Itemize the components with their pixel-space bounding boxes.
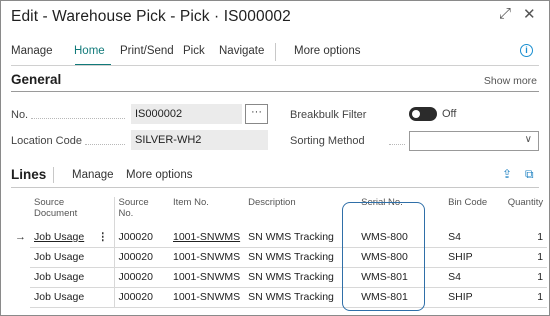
lines-section-title[interactable]: Lines (11, 167, 46, 182)
col-source-document[interactable]: Source Document (30, 197, 114, 227)
cell-item-no[interactable]: 1001-SNWMS (169, 267, 245, 288)
serial-no-highlight (342, 202, 425, 311)
cell-source-document[interactable]: Job Usage (30, 287, 114, 308)
lines-more-options[interactable]: More options (126, 169, 192, 181)
no-label: No. (11, 109, 29, 121)
general-divider (11, 91, 539, 92)
leader-dots (85, 144, 125, 145)
col-bin-code[interactable]: Bin Code (444, 197, 499, 227)
lines-table: Source Document Source No. Item No. Desc… (11, 197, 548, 308)
col-source-no[interactable]: Source No. (113, 197, 169, 227)
cell-source-no[interactable]: J00020 (113, 227, 169, 248)
cell-quantity[interactable]: 1 (499, 267, 548, 288)
cell-item-no[interactable]: 1001-SNWMS (169, 227, 245, 248)
cell-bin-code[interactable]: S4 (444, 267, 500, 288)
edit-window: Edit - Warehouse Pick - Pick · IS000002 … (0, 0, 550, 316)
location-code-label: Location Code (11, 135, 82, 147)
breakbulk-toggle[interactable] (409, 107, 437, 121)
lines-divider (11, 187, 539, 188)
cell-quantity[interactable]: 1 (499, 287, 548, 308)
cell-item-no[interactable]: 1001-SNWMS (169, 247, 245, 268)
cell-description[interactable]: SN WMS Tracking (244, 267, 358, 288)
action-navigate[interactable]: Navigate (219, 45, 264, 57)
cell-bin-code[interactable]: SHIP (444, 287, 500, 308)
cell-description[interactable]: SN WMS Tracking (244, 287, 358, 308)
close-icon[interactable]: ✕ (523, 5, 536, 23)
lines-manage[interactable]: Manage (72, 169, 114, 181)
sorting-method-select[interactable]: ∨ (409, 131, 539, 151)
row-menu-icon[interactable]: ⋮ (92, 227, 114, 248)
breakbulk-state: Off (442, 108, 457, 120)
action-separator (275, 43, 276, 61)
table-row[interactable]: Job Usage J00020 1001-SNWMS SN WMS Track… (11, 287, 548, 308)
no-field[interactable]: IS000002 (131, 104, 242, 124)
cell-item-no[interactable]: 1001-SNWMS (169, 287, 245, 308)
action-bar-divider (11, 65, 539, 66)
cell-source-no[interactable]: J00020 (113, 247, 169, 268)
action-more-options[interactable]: More options (294, 45, 360, 57)
row-indicator-icon: → (11, 227, 30, 247)
action-pick[interactable]: Pick (183, 45, 205, 57)
col-description[interactable]: Description (244, 197, 357, 227)
sorting-method-label: Sorting Method (290, 135, 365, 147)
action-manage[interactable]: Manage (11, 45, 53, 57)
cell-source-document[interactable]: Job Usage (30, 267, 114, 288)
info-icon[interactable]: i (520, 44, 533, 57)
cell-source-document[interactable]: Job Usage (30, 227, 92, 248)
table-row[interactable]: Job Usage J00020 1001-SNWMS SN WMS Track… (11, 267, 548, 288)
cell-source-no[interactable]: J00020 (113, 287, 169, 308)
col-item-no[interactable]: Item No. (169, 197, 244, 227)
breakbulk-filter-label: Breakbulk Filter (290, 109, 367, 121)
cell-description[interactable]: SN WMS Tracking (244, 247, 358, 268)
action-print-send[interactable]: Print/Send (120, 45, 174, 57)
chevron-down-icon: ∨ (524, 134, 532, 145)
leader-dots (389, 144, 405, 145)
show-more-link[interactable]: Show more (484, 75, 537, 87)
table-header: Source Document Source No. Item No. Desc… (11, 197, 547, 227)
share-icon[interactable]: ⇪ (502, 167, 512, 181)
window-title: Edit - Warehouse Pick - Pick · IS000002 (11, 8, 291, 25)
toggle-knob (412, 110, 420, 118)
cell-bin-code[interactable]: SHIP (444, 247, 500, 268)
cell-bin-code[interactable]: S4 (444, 227, 500, 248)
cell-source-document[interactable]: Job Usage (30, 247, 114, 268)
no-lookup-button[interactable]: ··· (245, 104, 268, 124)
cell-source-no[interactable]: J00020 (113, 267, 169, 288)
cell-quantity[interactable]: 1 (499, 247, 548, 268)
leader-dots (31, 118, 125, 119)
col-quantity[interactable]: Quantity (499, 197, 547, 227)
open-in-new-icon[interactable]: ⧉ (525, 167, 534, 182)
expand-icon[interactable]: ⤢ (499, 5, 511, 22)
location-code-field[interactable]: SILVER-WH2 (131, 130, 268, 150)
lines-separator (53, 167, 54, 183)
table-row[interactable]: → Job Usage ⋮ J00020 1001-SNWMS SN WMS T… (11, 227, 548, 248)
table-row[interactable]: Job Usage J00020 1001-SNWMS SN WMS Track… (11, 247, 548, 268)
action-bar: Manage Home Print/Send Pick Navigate Mor… (11, 41, 539, 66)
action-home[interactable]: Home (74, 45, 105, 57)
cell-quantity[interactable]: 1 (499, 227, 548, 248)
cell-description[interactable]: SN WMS Tracking (244, 227, 358, 248)
general-section-title[interactable]: General (11, 72, 61, 87)
